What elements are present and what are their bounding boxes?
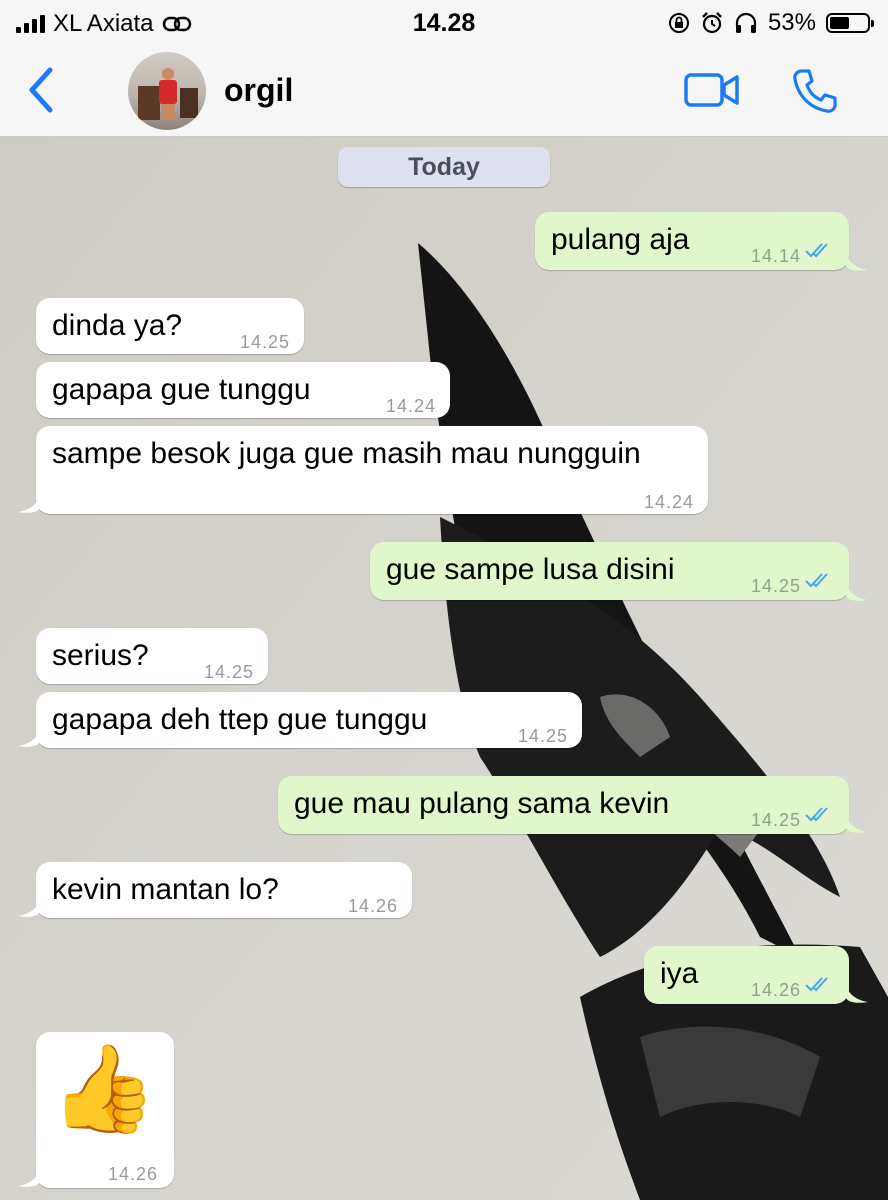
read-ticks-icon xyxy=(805,977,828,992)
date-separator: Today xyxy=(338,147,550,187)
message-outgoing[interactable]: pulang aja 14.14 xyxy=(535,212,849,270)
message-outgoing[interactable]: iya 14.26 xyxy=(644,946,849,1004)
bubble-tail xyxy=(846,582,868,601)
back-chevron-icon[interactable] xyxy=(22,64,62,116)
message-incoming[interactable]: serius? 14.25 xyxy=(36,628,268,684)
thumbs-up-icon: 👍 xyxy=(50,1041,158,1137)
message-outgoing[interactable]: gue sampe lusa disini 14.25 xyxy=(370,542,849,600)
message-incoming-emoji[interactable]: 👍 14.26 xyxy=(36,1032,174,1188)
headphones-icon xyxy=(735,12,757,33)
bubble-tail xyxy=(846,984,868,1003)
status-bar: XL Axiata 14.28 53% xyxy=(0,0,888,46)
bubble-tail xyxy=(846,252,868,271)
message-incoming[interactable]: kevin mantan lo? 14.26 xyxy=(36,862,412,918)
bubble-tail xyxy=(18,898,40,917)
read-ticks-icon xyxy=(805,243,828,258)
contact-name[interactable]: orgil xyxy=(224,72,293,109)
message-text: gapapa gue tunggu xyxy=(52,373,311,406)
message-incoming[interactable]: gapapa gue tunggu 14.24 xyxy=(36,362,450,418)
message-text: gapapa deh ttep gue tunggu xyxy=(52,703,428,736)
message-text: gue mau pulang sama kevin xyxy=(294,787,670,820)
message-text: serius? xyxy=(52,639,149,672)
battery-icon xyxy=(826,13,874,33)
message-time: 14.26 xyxy=(107,1164,158,1184)
rotation-lock-icon xyxy=(668,13,689,33)
bubble-tail xyxy=(18,1168,40,1187)
message-text: sampe besok juga gue masih mau nungguin xyxy=(52,437,641,470)
message-time: 14.25 xyxy=(517,726,568,746)
message-time: 14.25 xyxy=(750,810,801,830)
message-time: 14.25 xyxy=(203,662,254,682)
read-ticks-icon xyxy=(805,573,828,588)
message-text: pulang aja xyxy=(551,223,690,256)
message-time: 14.25 xyxy=(239,332,290,352)
chat-header: orgil xyxy=(0,46,888,137)
message-text: dinda ya? xyxy=(52,309,183,342)
message-incoming[interactable]: sampe besok juga gue masih mau nungguin … xyxy=(36,426,708,514)
message-time: 14.25 xyxy=(750,576,801,596)
read-ticks-icon xyxy=(805,807,828,822)
message-time: 14.26 xyxy=(750,980,801,1000)
alarm-icon xyxy=(702,12,722,34)
message-incoming[interactable]: dinda ya? 14.25 xyxy=(36,298,304,354)
message-text: gue sampe lusa disini xyxy=(386,553,675,586)
battery-percent: 53% xyxy=(767,9,816,36)
message-time: 14.24 xyxy=(385,396,436,416)
message-text: kevin mantan lo? xyxy=(52,873,279,906)
message-time: 14.26 xyxy=(347,896,398,916)
message-incoming[interactable]: gapapa deh ttep gue tunggu 14.25 xyxy=(36,692,582,748)
message-time: 14.24 xyxy=(643,492,694,512)
bubble-tail xyxy=(18,728,40,747)
bubble-tail xyxy=(846,814,868,833)
avatar[interactable] xyxy=(128,52,206,130)
video-call-icon[interactable] xyxy=(684,70,740,110)
message-text: iya xyxy=(660,957,699,990)
message-outgoing[interactable]: gue mau pulang sama kevin 14.25 xyxy=(278,776,849,834)
phone-call-icon[interactable] xyxy=(790,66,840,116)
bubble-tail xyxy=(18,494,40,513)
message-time: 14.14 xyxy=(750,246,801,266)
